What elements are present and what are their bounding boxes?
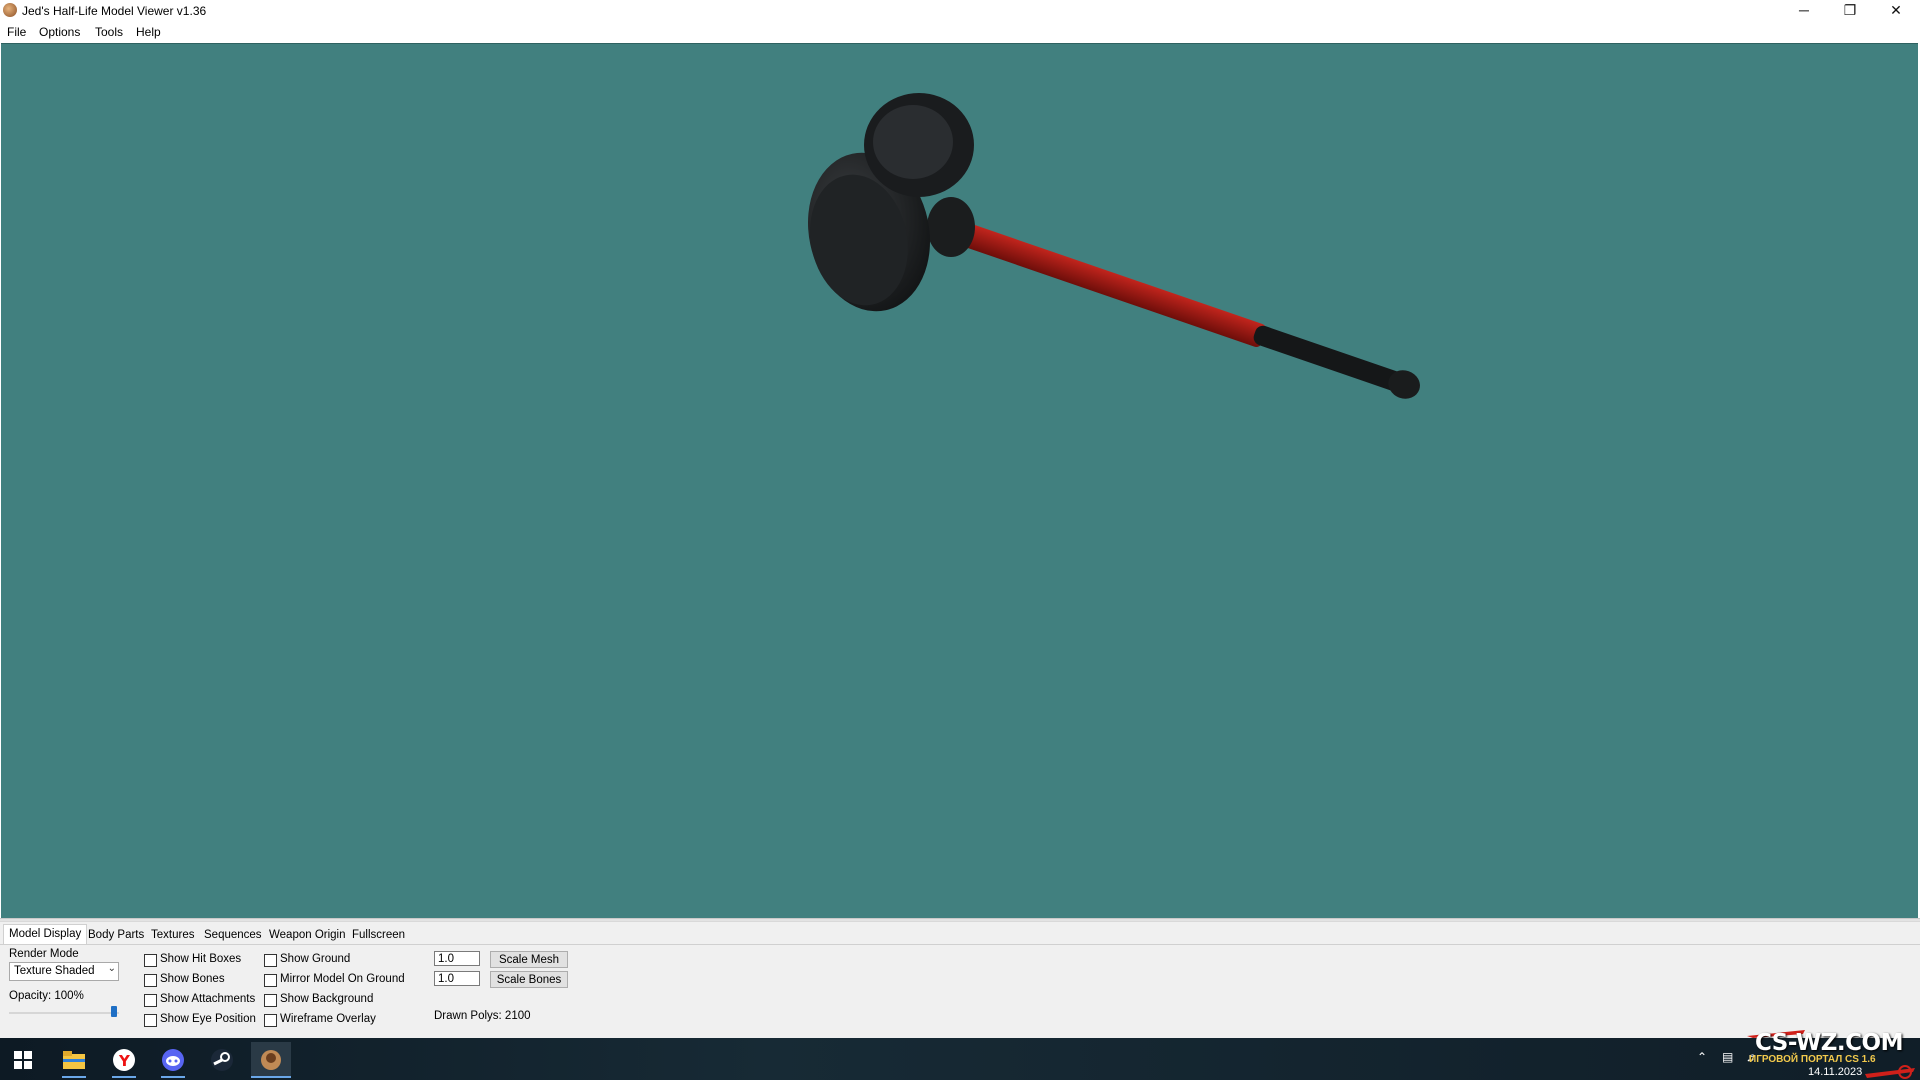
mirror-model-checkbox[interactable] xyxy=(264,974,277,987)
menu-file[interactable]: File xyxy=(7,25,26,39)
menu-tools[interactable]: Tools xyxy=(95,25,123,39)
taskbar: Y ⌃ ▤ ♬ xyxy=(0,1038,1920,1080)
sledgehammer-model xyxy=(807,93,1420,399)
show-ground-label: Show Ground xyxy=(280,953,351,965)
app-icon xyxy=(3,3,17,17)
render-mode-select[interactable]: Texture Shaded ⌄ xyxy=(9,962,119,981)
show-ground-checkbox[interactable] xyxy=(264,954,277,967)
show-attachments-label: Show Attachments xyxy=(160,993,256,1005)
model-viewer-icon[interactable] xyxy=(251,1042,291,1078)
tab-fullscreen[interactable]: Fullscreen xyxy=(347,926,410,944)
tab-weapon-origin[interactable]: Weapon Origin xyxy=(264,926,351,944)
running-indicator xyxy=(112,1076,136,1078)
show-background-checkbox[interactable] xyxy=(264,994,277,1007)
network-icon[interactable]: ▤ xyxy=(1722,1050,1733,1064)
show-eye-position-checkbox[interactable] xyxy=(144,1014,157,1027)
render-mode-value: Texture Shaded xyxy=(14,965,95,977)
tab-model-display[interactable]: Model Display xyxy=(3,924,88,945)
file-explorer-icon[interactable] xyxy=(54,1042,94,1078)
wireframe-overlay-label: Wireframe Overlay xyxy=(280,1013,376,1025)
clock-date: 14.11.2023 xyxy=(1808,1066,1863,1078)
render-mode-label: Render Mode xyxy=(9,948,79,960)
scale-mesh-input[interactable]: 1.0 xyxy=(434,951,480,966)
wireframe-overlay-checkbox[interactable] xyxy=(264,1014,277,1027)
show-hit-boxes-label: Show Hit Boxes xyxy=(160,953,242,965)
running-indicator xyxy=(251,1076,291,1078)
chevron-up-icon[interactable]: ⌃ xyxy=(1697,1050,1707,1064)
close-button[interactable]: ✕ xyxy=(1873,0,1919,22)
title-bar: Jed's Half-Life Model Viewer v1.36 ─ ❐ ✕ xyxy=(0,0,1920,22)
discord-icon[interactable] xyxy=(153,1042,193,1078)
model-viewport[interactable] xyxy=(1,43,1918,919)
watermark-brand: CS-WZ.COM xyxy=(1755,1030,1904,1056)
show-attachments-checkbox[interactable] xyxy=(144,994,157,1007)
scale-bones-input[interactable]: 1.0 xyxy=(434,971,480,986)
windows-start-icon[interactable] xyxy=(3,1042,43,1078)
opacity-label: Opacity: 100% xyxy=(9,990,84,1002)
control-panel: Model Display Body Parts Textures Sequen… xyxy=(0,921,1920,1039)
tab-textures[interactable]: Textures xyxy=(146,926,199,944)
show-bones-checkbox[interactable] xyxy=(144,974,157,987)
tab-divider xyxy=(0,944,1920,945)
tab-sequences[interactable]: Sequences xyxy=(199,926,267,944)
opacity-slider-thumb[interactable] xyxy=(111,1006,117,1017)
menu-options[interactable]: Options xyxy=(39,25,80,39)
scale-bones-button[interactable]: Scale Bones xyxy=(490,971,568,988)
yandex-browser-icon[interactable]: Y xyxy=(104,1042,144,1078)
tab-body-parts[interactable]: Body Parts xyxy=(83,926,149,944)
show-eye-position-label: Show Eye Position xyxy=(160,1013,256,1025)
show-background-label: Show Background xyxy=(280,993,374,1005)
steam-icon[interactable] xyxy=(202,1042,242,1078)
mirror-model-label: Mirror Model On Ground xyxy=(280,973,405,985)
show-hit-boxes-checkbox[interactable] xyxy=(144,954,157,967)
watermark-tagline: ИГРОВОЙ ПОРТАЛ CS 1.6 xyxy=(1749,1054,1876,1065)
restore-button[interactable]: ❐ xyxy=(1827,0,1873,22)
minimize-button[interactable]: ─ xyxy=(1781,0,1827,22)
menu-help[interactable]: Help xyxy=(136,25,161,39)
chevron-down-icon: ⌄ xyxy=(107,963,116,974)
show-bones-label: Show Bones xyxy=(160,973,225,985)
svg-text:Y: Y xyxy=(118,1052,131,1070)
opacity-slider[interactable] xyxy=(9,1012,119,1014)
running-indicator xyxy=(62,1076,86,1078)
window-title: Jed's Half-Life Model Viewer v1.36 xyxy=(22,4,207,18)
scale-mesh-button[interactable]: Scale Mesh xyxy=(490,951,568,968)
site-watermark: CS-WZ.COM ИГРОВОЙ ПОРТАЛ CS 1.6 14.11.20… xyxy=(1745,1028,1920,1080)
running-indicator xyxy=(161,1076,185,1078)
drawn-polys-readout: Drawn Polys: 2100 xyxy=(434,1010,531,1022)
menu-bar: File Options Tools Help xyxy=(0,22,1920,43)
